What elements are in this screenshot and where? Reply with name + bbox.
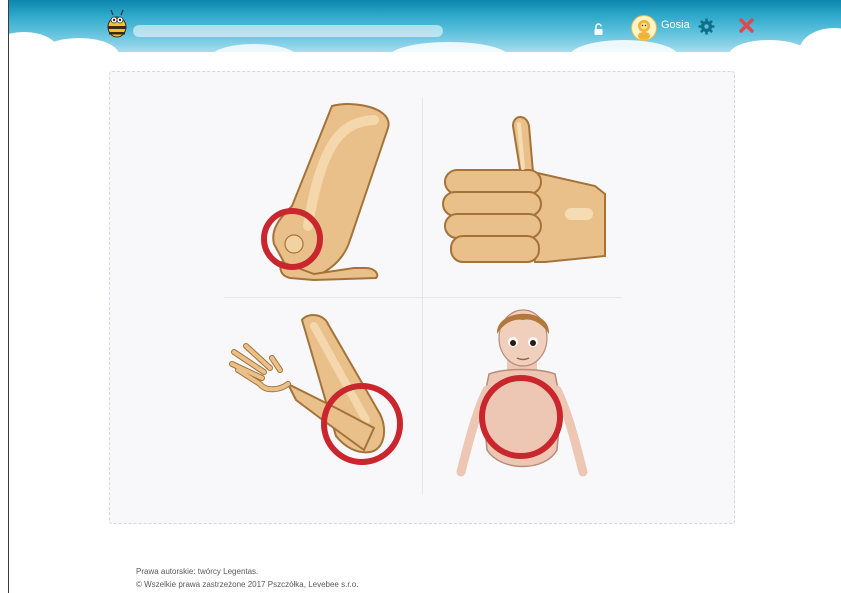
thumbs-up-image [442, 116, 606, 263]
gear-icon[interactable] [698, 18, 715, 35]
leg-ankle-image [261, 103, 390, 282]
avatar-icon [638, 20, 650, 40]
progress-bar [133, 25, 443, 37]
header-base [9, 52, 841, 62]
window-left-border [8, 0, 9, 593]
avatar[interactable] [631, 15, 657, 41]
card-boy-chest[interactable] [425, 300, 622, 497]
board-divider-horizontal [224, 297, 622, 298]
card-arm-elbow[interactable] [224, 300, 421, 497]
arm-elbow-image [229, 314, 403, 465]
top-bar: Gosia [9, 0, 841, 62]
boy-chest-image [456, 309, 588, 477]
copyright-line: Prawa autorskie: twórcy Legentas. [136, 567, 259, 576]
board-divider-vertical [422, 98, 423, 494]
card-thumbs-up[interactable] [425, 98, 622, 295]
card-leg-ankle[interactable] [224, 98, 421, 295]
user-name[interactable]: Gosia [661, 19, 690, 31]
close-icon[interactable] [738, 17, 755, 34]
bee-logo-icon[interactable] [105, 9, 129, 39]
copyright-line: © Wszelkie prawa zastrzeżone 2017 Pszczó… [136, 580, 359, 589]
lock-icon[interactable] [593, 21, 604, 35]
